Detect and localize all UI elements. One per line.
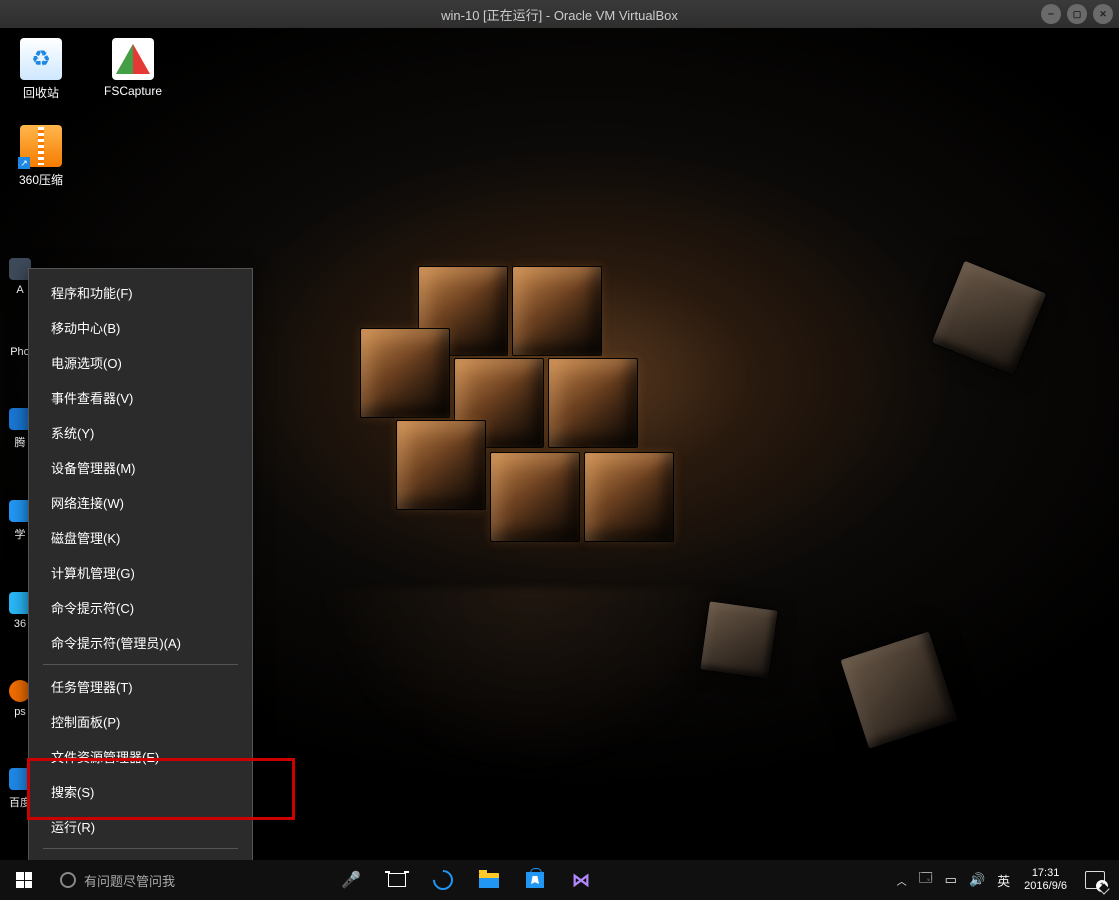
tray-clock[interactable]: 17:31 2016/9/6 (1016, 867, 1075, 893)
winx-item-power[interactable]: 电源选项(O) (29, 345, 252, 380)
clock-date: 2016/9/6 (1024, 880, 1067, 893)
winx-item-cmd-admin[interactable]: 命令提示符(管理员)(A) (29, 625, 252, 660)
winx-item-diskmgr[interactable]: 磁盘管理(K) (29, 520, 252, 555)
icon-label: FSCapture (104, 84, 162, 98)
winx-item-programs[interactable]: 程序和功能(F) (29, 275, 252, 310)
tray-volume-icon[interactable]: 🔊 (963, 872, 991, 888)
shortcut-badge: ↗ (18, 157, 30, 169)
taskbar-edge[interactable] (420, 860, 466, 900)
wallpaper-small-cube (699, 600, 778, 679)
search-placeholder: 有问题尽管问我 (84, 871, 175, 890)
window-controls (1041, 4, 1113, 24)
fscapture-icon (112, 38, 154, 80)
winx-item-eventviewer[interactable]: 事件查看器(V) (29, 380, 252, 415)
maximize-button[interactable] (1067, 4, 1087, 24)
taskview-icon (388, 873, 406, 887)
tray-battery-icon[interactable]: 🗔 (913, 869, 939, 891)
desktop[interactable]: 回收站 FSCapture ↗ 360压缩 A Pho 腾 学 36 ps 百度… (0, 28, 1119, 860)
recycle-bin-icon (20, 38, 62, 80)
winx-item-explorer[interactable]: 文件资源管理器(E) (29, 739, 252, 774)
windows-logo-icon (16, 872, 32, 888)
winx-item-cmd[interactable]: 命令提示符(C) (29, 590, 252, 625)
winx-item-network[interactable]: 网络连接(W) (29, 485, 252, 520)
wallpaper-reflection (300, 588, 760, 788)
winx-item-shutdown[interactable]: 关机或注销(U) 〉 (29, 853, 252, 860)
winx-context-menu: 程序和功能(F) 移动中心(B) 电源选项(O) 事件查看器(V) 系统(Y) … (28, 268, 253, 860)
winx-item-controlpanel[interactable]: 控制面板(P) (29, 704, 252, 739)
tray-network-icon[interactable]: ▭ (939, 872, 963, 888)
menu-separator (43, 848, 238, 849)
cortana-icon (60, 872, 76, 888)
winx-item-system[interactable]: 系统(Y) (29, 415, 252, 450)
action-center-button[interactable]: 1 (1085, 871, 1105, 889)
wallpaper-cube (360, 258, 680, 578)
folder-icon (479, 873, 499, 888)
notification-badge: 1 (1096, 880, 1108, 892)
system-tray: ︿ 🗔 ▭ 🔊 英 17:31 2016/9/6 1 (891, 860, 1119, 900)
close-button[interactable] (1093, 4, 1113, 24)
virtualbox-titlebar: win-10 [正在运行] - Oracle VM VirtualBox (0, 0, 1119, 28)
microphone-icon[interactable]: 🎤 (328, 860, 374, 900)
start-button[interactable] (0, 860, 48, 900)
menu-separator (43, 664, 238, 665)
desktop-icon-fscapture[interactable]: FSCapture (102, 38, 164, 101)
taskbar: 有问题尽管问我 🎤 ⋈ ︿ 🗔 ▭ 🔊 英 17:31 2016/9/6 1 (0, 860, 1119, 900)
taskview-button[interactable] (374, 860, 420, 900)
icon-label: 360压缩 (19, 171, 63, 188)
desktop-icon-360zip[interactable]: ↗ 360压缩 (10, 125, 72, 188)
cortana-search-box[interactable]: 有问题尽管问我 (48, 860, 328, 900)
edge-icon (429, 866, 457, 894)
desktop-icons: 回收站 FSCapture ↗ 360压缩 (10, 38, 164, 188)
icon-label: 回收站 (23, 84, 59, 101)
winx-item-taskmgr[interactable]: 任务管理器(T) (29, 669, 252, 704)
minimize-button[interactable] (1041, 4, 1061, 24)
taskbar-visualstudio[interactable]: ⋈ (558, 860, 604, 900)
desktop-icon-recycle-bin[interactable]: 回收站 (10, 38, 72, 101)
zip-icon: ↗ (20, 125, 62, 167)
winx-item-search[interactable]: 搜索(S) (29, 774, 252, 809)
winx-item-compmgr[interactable]: 计算机管理(G) (29, 555, 252, 590)
visualstudio-icon: ⋈ (572, 870, 590, 891)
wallpaper-small-cube (839, 630, 959, 750)
tray-ime[interactable]: 英 (991, 871, 1016, 890)
tray-overflow-button[interactable]: ︿ (891, 873, 913, 888)
taskbar-explorer[interactable] (466, 860, 512, 900)
taskbar-pinned: ⋈ (374, 860, 604, 900)
winx-item-mobility[interactable]: 移动中心(B) (29, 310, 252, 345)
taskbar-store[interactable] (512, 860, 558, 900)
wallpaper-small-cube (930, 259, 1047, 376)
store-icon (526, 872, 544, 888)
clock-time: 17:31 (1024, 867, 1067, 880)
winx-item-devicemgr[interactable]: 设备管理器(M) (29, 450, 252, 485)
winx-item-run[interactable]: 运行(R) (29, 809, 252, 844)
window-title: win-10 [正在运行] - Oracle VM VirtualBox (441, 5, 678, 24)
